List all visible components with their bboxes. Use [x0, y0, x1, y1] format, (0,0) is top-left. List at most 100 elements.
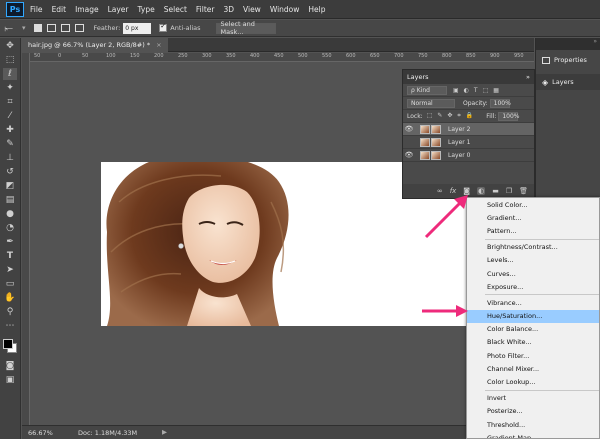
layer-row[interactable]: 👁 Layer 2	[403, 123, 534, 136]
lasso-tool-icon[interactable]: ⥖	[4, 23, 22, 34]
path-selection-tool-icon[interactable]: ➤	[3, 264, 17, 276]
marquee-tool-icon[interactable]: ⬚	[3, 54, 17, 66]
menu-layer[interactable]: Layer	[108, 5, 129, 14]
menu-item-color-balance[interactable]: Color Balance...	[467, 323, 599, 336]
visibility-eye-icon[interactable]: 👁	[403, 125, 415, 133]
close-tab-icon[interactable]: ×	[156, 41, 161, 49]
pointer-arrow-right	[422, 305, 468, 317]
menu-select[interactable]: Select	[164, 5, 187, 14]
layers-stack-icon: ◈	[542, 77, 549, 87]
eyedropper-tool-icon[interactable]: ⁄	[3, 110, 17, 122]
history-brush-tool-icon[interactable]: ↺	[3, 166, 17, 178]
gradient-tool-icon[interactable]: ▤	[3, 194, 17, 206]
select-and-mask-button[interactable]: Select and Mask...	[215, 20, 276, 36]
foreground-color-swatch[interactable]	[3, 339, 13, 349]
menu-edit[interactable]: Edit	[52, 5, 67, 14]
menu-view[interactable]: View	[243, 5, 261, 14]
more-tools-icon[interactable]: ⋯	[3, 320, 17, 332]
menu-file[interactable]: File	[30, 5, 43, 14]
menu-window[interactable]: Window	[270, 5, 300, 14]
menu-item-hue-saturation[interactable]: Hue/Saturation...	[467, 309, 599, 323]
intersect-selection-icon[interactable]	[74, 24, 84, 32]
ruler-tick-label: 50	[34, 53, 41, 59]
dock-collapse-icon[interactable]: »	[536, 38, 600, 50]
lasso-tool-icon[interactable]: ℓ	[3, 68, 17, 80]
blend-mode-dropdown[interactable]: Normal	[407, 98, 455, 108]
menu-item-channel-mixer[interactable]: Channel Mixer...	[467, 362, 599, 375]
healing-brush-tool-icon[interactable]: ✚	[3, 124, 17, 136]
dodge-tool-icon[interactable]: ◔	[3, 222, 17, 234]
eraser-tool-icon[interactable]: ◩	[3, 180, 17, 192]
layers-panel-title[interactable]: Layers	[407, 73, 429, 81]
crop-tool-icon[interactable]: ⌗	[3, 96, 17, 108]
menu-help[interactable]: Help	[308, 5, 325, 14]
screen-mode-icon[interactable]: ▣	[3, 374, 17, 386]
zoom-tool-icon[interactable]: ⚲	[3, 306, 17, 318]
document-size: Doc: 1.18M/4.33M	[78, 429, 138, 437]
pointer-arrow-up	[424, 195, 468, 239]
menu-item-black-white[interactable]: Black White...	[467, 336, 599, 349]
menu-item-gradient[interactable]: Gradient...	[467, 211, 599, 224]
hand-tool-icon[interactable]: ✋	[3, 292, 17, 304]
menu-item-exposure[interactable]: Exposure...	[467, 280, 599, 293]
clone-stamp-tool-icon[interactable]: ⊥	[3, 152, 17, 164]
menu-item-photo-filter[interactable]: Photo Filter...	[467, 349, 599, 362]
tool-preset-dropdown-icon[interactable]: ▾	[22, 24, 26, 32]
status-arrow-icon[interactable]: ▶	[162, 428, 167, 436]
opacity-input[interactable]: 100%	[489, 98, 511, 108]
horizontal-ruler: 50 0 50 100 150 200 250 300 350 400 450 500 550 600 65…	[30, 53, 534, 62]
document-tab[interactable]: hair.jpg @ 66.7% (Layer 2, RGB/8#) * ×	[22, 38, 168, 52]
kind-filter-dropdown[interactable]: ρ Kind	[407, 85, 447, 95]
menu-3d[interactable]: 3D	[223, 5, 234, 14]
visibility-eye-icon[interactable]: 👁	[403, 151, 415, 159]
adjustment-layer-menu: Solid Color... Gradient... Pattern... Brigh…	[466, 197, 600, 439]
add-to-selection-icon[interactable]	[46, 24, 56, 32]
menu-item-color-lookup[interactable]: Color Lookup...	[467, 375, 599, 388]
type-tool-icon[interactable]: T	[3, 250, 17, 262]
brush-tool-icon[interactable]: ✎	[3, 138, 17, 150]
menu-item-gradient-map[interactable]: Gradient Map...	[467, 431, 599, 438]
menu-item-threshold[interactable]: Threshold...	[467, 418, 599, 431]
panel-menu-icon[interactable]: »	[526, 73, 530, 81]
layer-row[interactable]: 👁 Layer 0	[403, 149, 534, 162]
properties-label: Properties	[554, 56, 587, 64]
new-layer-icon[interactable]: ❐	[506, 187, 512, 195]
feather-input[interactable]: 0 px	[123, 22, 152, 34]
foreground-background-colors[interactable]	[0, 336, 20, 358]
trash-icon[interactable]: 🗑	[519, 187, 528, 195]
new-selection-icon[interactable]	[33, 24, 42, 32]
ruler-tick-label: 600	[346, 53, 356, 59]
ruler-tick-label: 150	[130, 53, 140, 59]
pen-tool-icon[interactable]: ✒	[3, 236, 17, 248]
menu-item-invert[interactable]: Invert	[467, 392, 599, 405]
quick-mask-icon[interactable]: ◙	[3, 360, 17, 372]
layers-panel-button[interactable]: ◈ Layers	[536, 74, 600, 90]
blur-tool-icon[interactable]: ●	[3, 208, 17, 220]
layer-row[interactable]: Layer 1	[403, 136, 534, 149]
layer-thumbnail	[431, 150, 441, 160]
ruler-tick-label: 650	[370, 53, 380, 59]
menu-item-solid-color[interactable]: Solid Color...	[467, 198, 599, 211]
fill-input[interactable]: 100%	[498, 111, 519, 121]
subtract-from-selection-icon[interactable]	[60, 24, 70, 32]
menu-type[interactable]: Type	[138, 5, 155, 14]
group-folder-icon[interactable]: ▬	[492, 187, 499, 195]
move-tool-icon[interactable]: ✥	[3, 40, 17, 52]
lock-icons[interactable]: ⬚✎✥⌗🔒	[427, 112, 479, 120]
layer-name: Layer 2	[448, 125, 471, 133]
magic-wand-tool-icon[interactable]: ✦	[3, 82, 17, 94]
properties-panel-button[interactable]: Properties	[536, 52, 600, 68]
menu-item-posterize[interactable]: Posterize...	[467, 405, 599, 418]
zoom-level[interactable]: 66.67%	[28, 429, 53, 437]
menu-item-curves[interactable]: Curves...	[467, 267, 599, 280]
menu-item-brightness-contrast[interactable]: Brightness/Contrast...	[467, 241, 599, 254]
filter-icons[interactable]: ▣◐T⬚▦	[453, 87, 504, 94]
options-bar: ⥖ ▾ Feather: 0 px Anti-alias Select and …	[0, 20, 600, 37]
menu-item-levels[interactable]: Levels...	[467, 254, 599, 267]
anti-alias-checkbox[interactable]	[159, 22, 168, 32]
menu-filter[interactable]: Filter	[196, 5, 215, 14]
menu-image[interactable]: Image	[75, 5, 99, 14]
menu-item-vibrance[interactable]: Vibrance...	[467, 296, 599, 309]
menu-item-pattern[interactable]: Pattern...	[467, 224, 599, 237]
rectangle-tool-icon[interactable]: ▭	[3, 278, 17, 290]
